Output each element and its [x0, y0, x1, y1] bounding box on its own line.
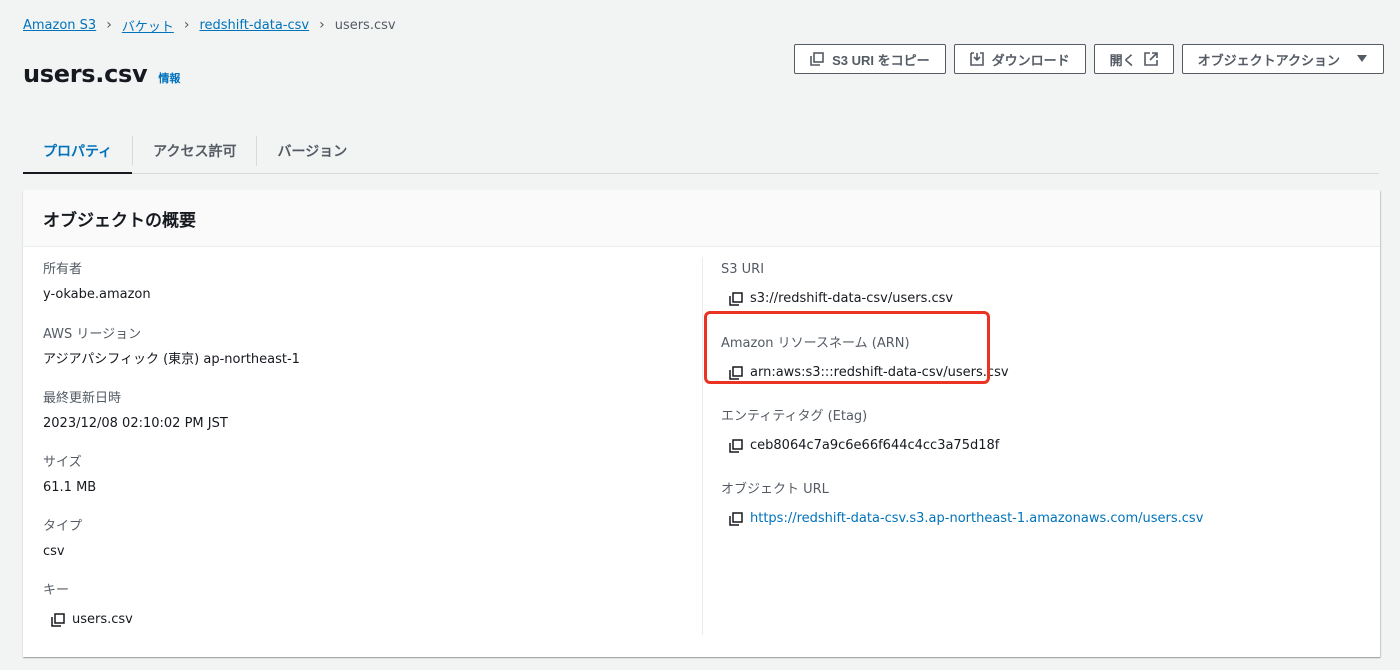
copy-icon[interactable]: [729, 292, 743, 306]
download-icon: [969, 52, 984, 66]
key-field: キー users.csv: [43, 582, 133, 629]
s3-uri-label: S3 URI: [721, 262, 765, 277]
copy-icon[interactable]: [729, 512, 743, 526]
size-label: サイズ: [43, 455, 82, 470]
region-label: AWS リージョン: [43, 327, 142, 342]
open-label: 開く: [1109, 52, 1136, 68]
type-field: タイプ csv: [43, 518, 82, 561]
object-overview-panel: オブジェクトの概要 所有者 y-okabe.amazon AWS リージョン ア…: [23, 190, 1380, 657]
owner-label: 所有者: [43, 262, 83, 277]
breadcrumb-current: users.csv: [334, 17, 396, 33]
s3-uri-value-row: s3://redshift-data-csv/users.csv: [721, 290, 953, 308]
s3-uri-value: s3://redshift-data-csv/users.csv: [750, 291, 954, 306]
panel-title: オブジェクトの概要: [23, 190, 1380, 247]
size-field: サイズ 61.1 MB: [43, 454, 96, 497]
open-button[interactable]: 開く: [1093, 44, 1174, 74]
download-label: ダウンロード: [991, 52, 1070, 68]
caret-down-icon: [1357, 55, 1367, 62]
etag-value-row: ceb8064c7a9c6e66f644c4cc3a75d18f: [721, 437, 999, 455]
chevron-right-icon: ›: [183, 17, 190, 33]
page-title: users.csv: [23, 60, 148, 88]
object-actions-label: オブジェクトアクション: [1197, 52, 1340, 68]
breadcrumb: Amazon S3 › バケット › redshift-data-csv › u…: [23, 16, 396, 35]
breadcrumb-buckets[interactable]: バケット: [122, 16, 174, 35]
last-modified-field: 最終更新日時 2023/12/08 02:10:02 PM JST: [43, 390, 228, 433]
download-button[interactable]: ダウンロード: [953, 44, 1086, 74]
object-url-value-row: https://redshift-data-csv.s3.ap-northeas…: [721, 510, 1203, 528]
info-link[interactable]: 情報: [158, 70, 180, 86]
chevron-right-icon: ›: [319, 17, 325, 33]
tab-properties[interactable]: プロパティ: [23, 128, 133, 174]
region-field: AWS リージョン アジアパシフィック (東京) ap-northeast-1: [43, 326, 300, 369]
external-link-icon: [1143, 52, 1158, 66]
etag-value: ceb8064c7a9c6e66f644c4cc3a75d18f: [750, 438, 1000, 453]
chevron-right-icon: ›: [106, 17, 112, 33]
object-url-label: オブジェクト URL: [721, 482, 829, 497]
panel-body: 所有者 y-okabe.amazon AWS リージョン アジアパシフィック (…: [23, 247, 1380, 657]
last-modified-label: 最終更新日時: [43, 391, 122, 406]
copy-icon: [810, 52, 824, 66]
size-value: 61.1 MB: [43, 480, 97, 495]
etag-field: エンティティタグ (Etag) ceb8064c7a9c6e66f644c4cc…: [721, 408, 999, 455]
etag-label: エンティティタグ (Etag): [721, 409, 868, 424]
tab-list: プロパティ アクセス許可 バージョン: [23, 128, 1379, 174]
tab-permissions[interactable]: アクセス許可: [133, 128, 256, 173]
title-row: users.csv 情報: [23, 60, 180, 88]
copy-icon[interactable]: [729, 439, 743, 453]
last-modified-value: 2023/12/08 02:10:02 PM JST: [43, 416, 228, 431]
key-label: キー: [43, 583, 70, 598]
key-value: users.csv: [72, 612, 133, 627]
type-label: タイプ: [43, 519, 83, 534]
s3-uri-field: S3 URI s3://redshift-data-csv/users.csv: [721, 261, 953, 308]
breadcrumb-s3[interactable]: Amazon S3: [23, 18, 96, 33]
s3-object-page: Amazon S3 › バケット › redshift-data-csv › u…: [0, 0, 1400, 670]
region-value: アジアパシフィック (東京) ap-northeast-1: [43, 352, 300, 367]
key-value-row: users.csv: [43, 611, 133, 629]
owner-field: 所有者 y-okabe.amazon: [43, 261, 151, 304]
object-url-link[interactable]: https://redshift-data-csv.s3.ap-northeas…: [750, 510, 1203, 528]
copy-s3-uri-label: S3 URI をコピー: [832, 52, 930, 68]
tab-versions[interactable]: バージョン: [257, 128, 367, 173]
column-divider: [702, 257, 703, 635]
object-actions-button[interactable]: オブジェクトアクション: [1181, 44, 1384, 74]
breadcrumb-bucket[interactable]: redshift-data-csv: [199, 18, 309, 33]
owner-value: y-okabe.amazon: [43, 287, 151, 302]
copy-s3-uri-button[interactable]: S3 URI をコピー: [794, 44, 946, 74]
s3-uri-highlight-box: [704, 311, 990, 384]
copy-icon[interactable]: [51, 613, 65, 627]
object-url-field: オブジェクト URL https://redshift-data-csv.s3.…: [721, 481, 1203, 528]
action-bar: S3 URI をコピー ダウンロード 開く オブジェクトアクション: [794, 44, 1384, 74]
type-value: csv: [43, 544, 65, 559]
